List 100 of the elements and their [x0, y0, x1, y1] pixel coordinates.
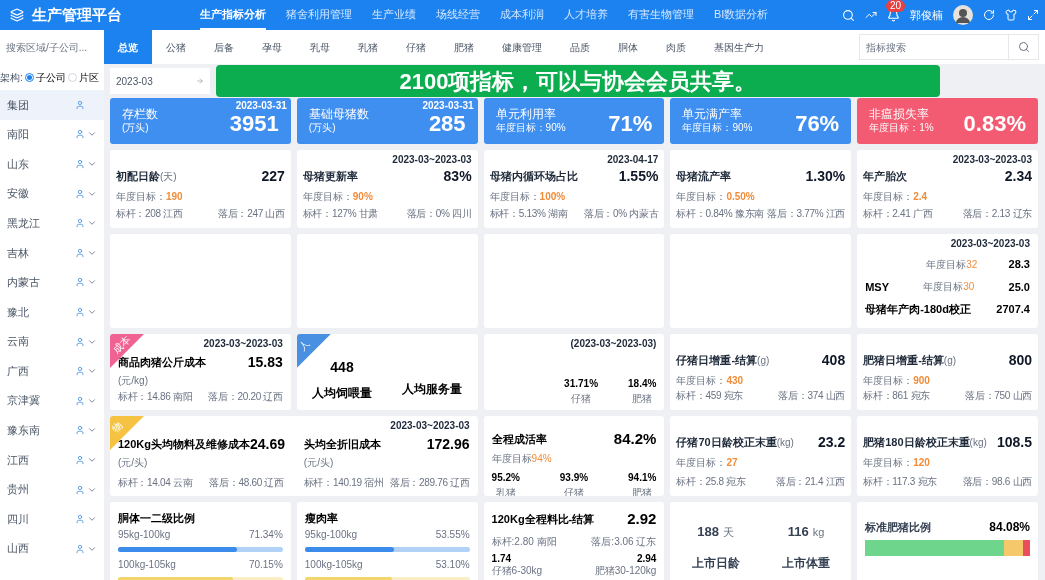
- user-icon[interactable]: [75, 454, 85, 465]
- region-item[interactable]: 吉林: [0, 237, 104, 268]
- region-item[interactable]: 豫北: [0, 297, 104, 327]
- split-label: 仔猪: [564, 485, 584, 496]
- split-label: 肥猪30-120kg: [594, 564, 657, 577]
- refresh-icon[interactable]: [983, 9, 995, 21]
- region-item[interactable]: 黑龙江: [0, 208, 104, 238]
- region-item[interactable]: 南阳: [0, 119, 104, 150]
- target-value: 30: [963, 280, 975, 295]
- radio-option[interactable]: 片区: [67, 69, 99, 85]
- kpi-title: 单元满产率: [682, 107, 744, 122]
- split-value: 95.2%: [491, 470, 520, 485]
- search-field[interactable]: 搜索区域/子公司...: [6, 39, 98, 55]
- unit-text: kg: [812, 525, 825, 540]
- target-value: 900: [913, 374, 930, 388]
- metric-value: 1.30%: [805, 167, 846, 186]
- region-item[interactable]: 山东: [0, 149, 104, 179]
- user-icon[interactable]: [75, 425, 85, 436]
- category-tab[interactable]: 公猪: [152, 30, 200, 64]
- user-name[interactable]: 郭俊楠: [910, 6, 943, 24]
- date-text: 2023-03~2023-03: [952, 154, 1032, 166]
- user-icon[interactable]: [75, 366, 85, 377]
- shirt-icon[interactable]: [1005, 9, 1017, 21]
- user-icon[interactable]: [75, 277, 85, 288]
- user-icon[interactable]: [75, 514, 85, 525]
- radio-option[interactable]: 子公司: [24, 69, 66, 85]
- user-icon[interactable]: [75, 484, 85, 495]
- user-icon[interactable]: [75, 336, 85, 347]
- category-tab[interactable]: 肥猪: [440, 30, 488, 64]
- region-item[interactable]: 江西: [0, 445, 104, 475]
- region-item[interactable]: 四川: [0, 504, 104, 534]
- split-value: 93.9%: [559, 470, 589, 485]
- row-label: 母猪年产肉-180d校正: [865, 302, 971, 317]
- chart-icon[interactable]: [865, 9, 877, 21]
- lag-text: 落后：0% 四川: [406, 207, 472, 221]
- user-icon[interactable]: [75, 99, 85, 110]
- category-tab[interactable]: 品质: [556, 30, 604, 64]
- user-icon[interactable]: [75, 188, 85, 199]
- target-label: 年度目标：: [863, 374, 914, 388]
- benchmark-text: 标杆：2.41 广西: [863, 207, 933, 221]
- user-icon[interactable]: [75, 129, 85, 140]
- category-tab[interactable]: 仔猪: [392, 30, 440, 64]
- kpi-title: 基础母猪数: [308, 107, 369, 122]
- region-item[interactable]: 豫东南: [0, 415, 104, 446]
- region-item[interactable]: 京津冀: [0, 385, 104, 416]
- metric-title: 胴体一二级比例: [118, 511, 195, 526]
- split-value: 18.4%: [628, 377, 657, 391]
- user-icon[interactable]: [75, 395, 85, 406]
- region-item[interactable]: 集团: [0, 90, 104, 120]
- range-label: 100kg-105kg: [118, 557, 176, 572]
- category-tab[interactable]: 孕母: [248, 30, 296, 64]
- benchmark-text: 标杆：14.86 南阳: [118, 390, 193, 404]
- lag-text: 落后：289.76 辽西: [389, 476, 470, 490]
- date-field[interactable]: 2023-03: [110, 68, 210, 94]
- category-tab[interactable]: 健康管理: [488, 30, 556, 64]
- date-text: 2023-03~2023-03: [392, 154, 472, 166]
- fullscreen-icon[interactable]: [1027, 9, 1039, 21]
- metric-title: 肥猪日增重-结算: [863, 353, 944, 369]
- user-icon[interactable]: [75, 159, 85, 169]
- region-item[interactable]: 安徽: [0, 178, 104, 209]
- category-tab[interactable]: 基因生产力: [700, 30, 778, 64]
- category-tab[interactable]: 胴体: [604, 30, 652, 64]
- benchmark-text: 标杆：117.3 宛东: [863, 475, 937, 489]
- range-label: 95kg-100kg: [304, 527, 358, 542]
- lag-text: 落后：374 山西: [778, 389, 846, 403]
- category-tab[interactable]: 总览: [104, 30, 152, 64]
- metric-title: 瘦肉率: [304, 511, 338, 526]
- search-icon[interactable]: [842, 8, 855, 22]
- unit-text: (元/头): [303, 456, 334, 470]
- search-button[interactable]: [1009, 34, 1039, 60]
- range-label: 100kg-105kg: [304, 557, 363, 572]
- market-value: 188: [697, 523, 719, 541]
- metric-title: 母猪更新率: [302, 169, 358, 185]
- category-tab[interactable]: 乳母: [296, 30, 344, 64]
- category-tab[interactable]: 肉质: [652, 30, 700, 64]
- lag-text: 落后：247 山西: [218, 207, 285, 221]
- region-item[interactable]: 山西: [0, 533, 104, 564]
- avatar[interactable]: [953, 5, 973, 25]
- kpi-subtitle: 年度目标：1%: [869, 122, 934, 135]
- target-value: 120: [913, 456, 930, 470]
- kpi-subtitle: (万头): [122, 122, 150, 135]
- category-tab[interactable]: 乳猪: [344, 30, 392, 64]
- user-icon[interactable]: [75, 543, 85, 554]
- user-icon[interactable]: [75, 247, 85, 258]
- split-label: 仔猪6-30kg: [491, 564, 543, 577]
- target-label: 年度目标: [923, 280, 964, 295]
- target-label: 年度目标：: [676, 456, 727, 470]
- region-item[interactable]: 贵州: [0, 474, 104, 505]
- arrow-icon: [196, 77, 204, 85]
- region-item[interactable]: 内蒙古: [0, 267, 104, 298]
- date-text: 2023-04-17: [607, 154, 659, 166]
- indicator-search-field[interactable]: 指标搜索: [859, 34, 1009, 60]
- category-tab[interactable]: 后备: [200, 30, 248, 64]
- unit-text: (kg): [776, 437, 794, 451]
- user-icon[interactable]: [75, 306, 85, 317]
- region-item[interactable]: 广西: [0, 356, 104, 386]
- chevron-icon[interactable]: [87, 159, 97, 169]
- user-icon[interactable]: [75, 218, 85, 229]
- region-item[interactable]: 云南: [0, 326, 104, 357]
- benchmark-text: 标杆：5.13% 湖南: [489, 207, 568, 221]
